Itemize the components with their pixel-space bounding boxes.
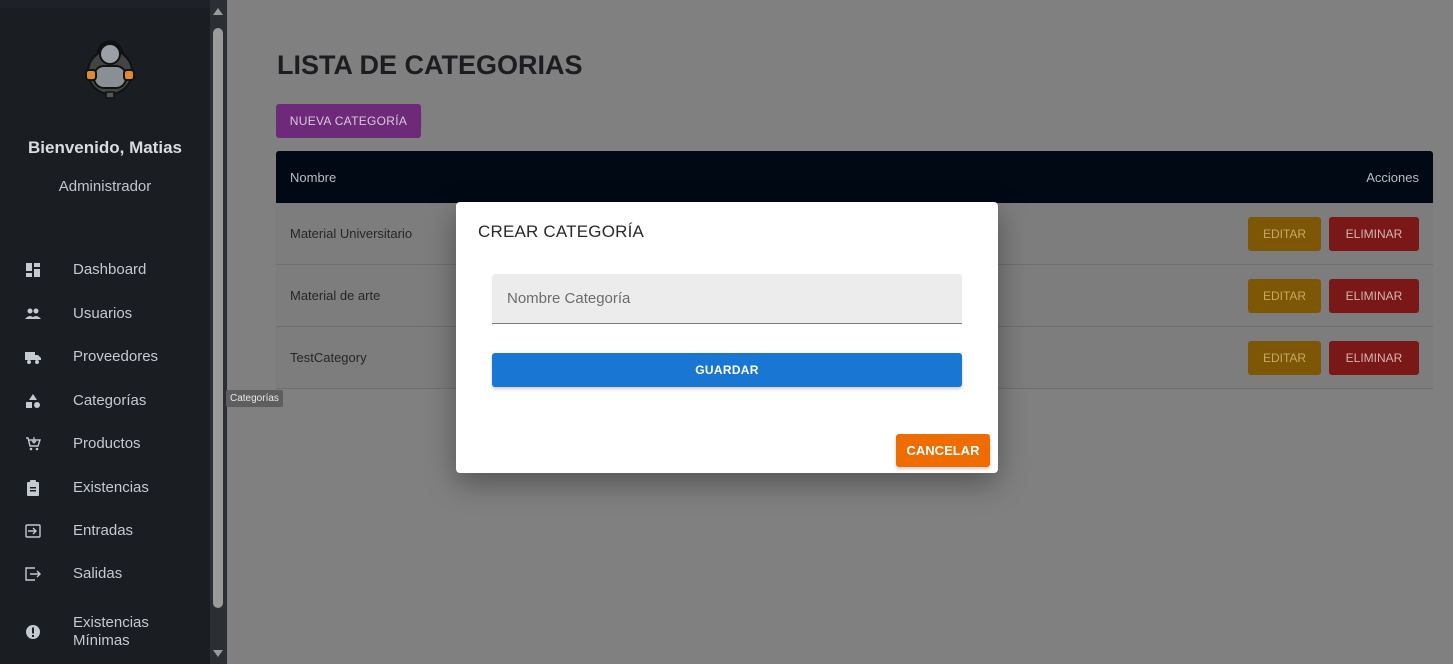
- column-header-acciones: Acciones: [1366, 169, 1419, 185]
- delete-button[interactable]: ELIMINAR: [1329, 216, 1419, 251]
- category-name-cell: Material Universitario: [290, 226, 413, 241]
- page-title: LISTA DE CATEGORIAS: [277, 50, 583, 80]
- sidebar-item-productos[interactable]: Productos: [0, 424, 210, 464]
- sidebar-item-label: Proveedores: [73, 348, 159, 365]
- sidebar-item-label: Productos: [73, 435, 141, 452]
- sidebar-item-label: Salidas: [73, 565, 123, 582]
- input-icon: [25, 524, 41, 538]
- edit-button[interactable]: EDITAR: [1248, 216, 1321, 251]
- sidebar-top-strip: [0, 0, 210, 8]
- user-role: Administrador: [58, 178, 152, 195]
- sidebar-item-salidas[interactable]: Salidas: [0, 554, 210, 594]
- category-icon: [26, 394, 40, 408]
- row-actions: EDITAR ELIMINAR: [1248, 216, 1419, 251]
- row-actions: EDITAR ELIMINAR: [1248, 340, 1419, 375]
- sidebar-item-usuarios[interactable]: Usuarios: [0, 294, 210, 334]
- category-name-cell: Material de arte: [290, 288, 381, 303]
- welcome-text: Bienvenido, Matias: [28, 138, 182, 157]
- output-icon: [25, 567, 41, 581]
- sidebar-item-existencias-minimas[interactable]: Existencias Mínimas: [0, 610, 210, 654]
- scroll-down-arrow-icon[interactable]: [213, 650, 223, 657]
- delete-button[interactable]: ELIMINAR: [1329, 278, 1419, 313]
- sidebar-scrollbar-thumb[interactable]: [213, 28, 223, 608]
- sidebar-item-dashboard[interactable]: Dashboard: [0, 250, 210, 290]
- scroll-up-arrow-icon[interactable]: [213, 8, 223, 15]
- category-name-field[interactable]: [492, 274, 962, 324]
- cancel-button[interactable]: CANCELAR: [896, 434, 990, 467]
- sidebar-item-proveedores[interactable]: Proveedores: [0, 337, 210, 377]
- sidebar-item-label: Dashboard: [73, 261, 147, 278]
- alert-icon: [26, 625, 40, 639]
- category-name-cell: TestCategory: [290, 350, 367, 365]
- row-actions: EDITAR ELIMINAR: [1248, 278, 1419, 313]
- users-icon: [25, 308, 41, 319]
- column-header-nombre: Nombre: [290, 169, 337, 185]
- table-header: Nombre Acciones: [276, 151, 1433, 203]
- truck-icon: [25, 352, 41, 364]
- category-name-input[interactable]: [492, 274, 962, 323]
- sidebar-item-label: Entradas: [73, 522, 134, 539]
- clipboard-icon: [27, 480, 39, 496]
- sidebar-item-label: Existencias Mínimas: [73, 614, 149, 649]
- cart-icon: [26, 437, 41, 451]
- sidebar-item-label: Existencias: [73, 479, 149, 496]
- new-category-button[interactable]: NUEVA CATEGORÍA: [276, 104, 421, 138]
- sidebar-item-existencias[interactable]: Existencias: [0, 468, 210, 508]
- save-button[interactable]: GUARDAR: [492, 353, 962, 387]
- sidebar: Bienvenido, Matias Administrador Dashboa…: [0, 0, 210, 664]
- sidebar-tooltip: Categorías: [226, 390, 283, 407]
- edit-button[interactable]: EDITAR: [1248, 278, 1321, 313]
- sidebar-item-entradas[interactable]: Entradas: [0, 511, 210, 551]
- dashboard-icon: [26, 263, 40, 277]
- sidebar-item-label: Categorías: [73, 392, 147, 409]
- sidebar-item-label: Usuarios: [73, 305, 133, 322]
- dialog-title: CREAR CATEGORÍA: [478, 222, 645, 241]
- edit-button[interactable]: EDITAR: [1248, 340, 1321, 375]
- create-category-dialog: CREAR CATEGORÍA GUARDAR CANCELAR: [456, 202, 998, 473]
- sidebar-item-categorias[interactable]: Categorías: [0, 381, 210, 421]
- delete-button[interactable]: ELIMINAR: [1329, 340, 1419, 375]
- support-agent-logo: [85, 40, 135, 99]
